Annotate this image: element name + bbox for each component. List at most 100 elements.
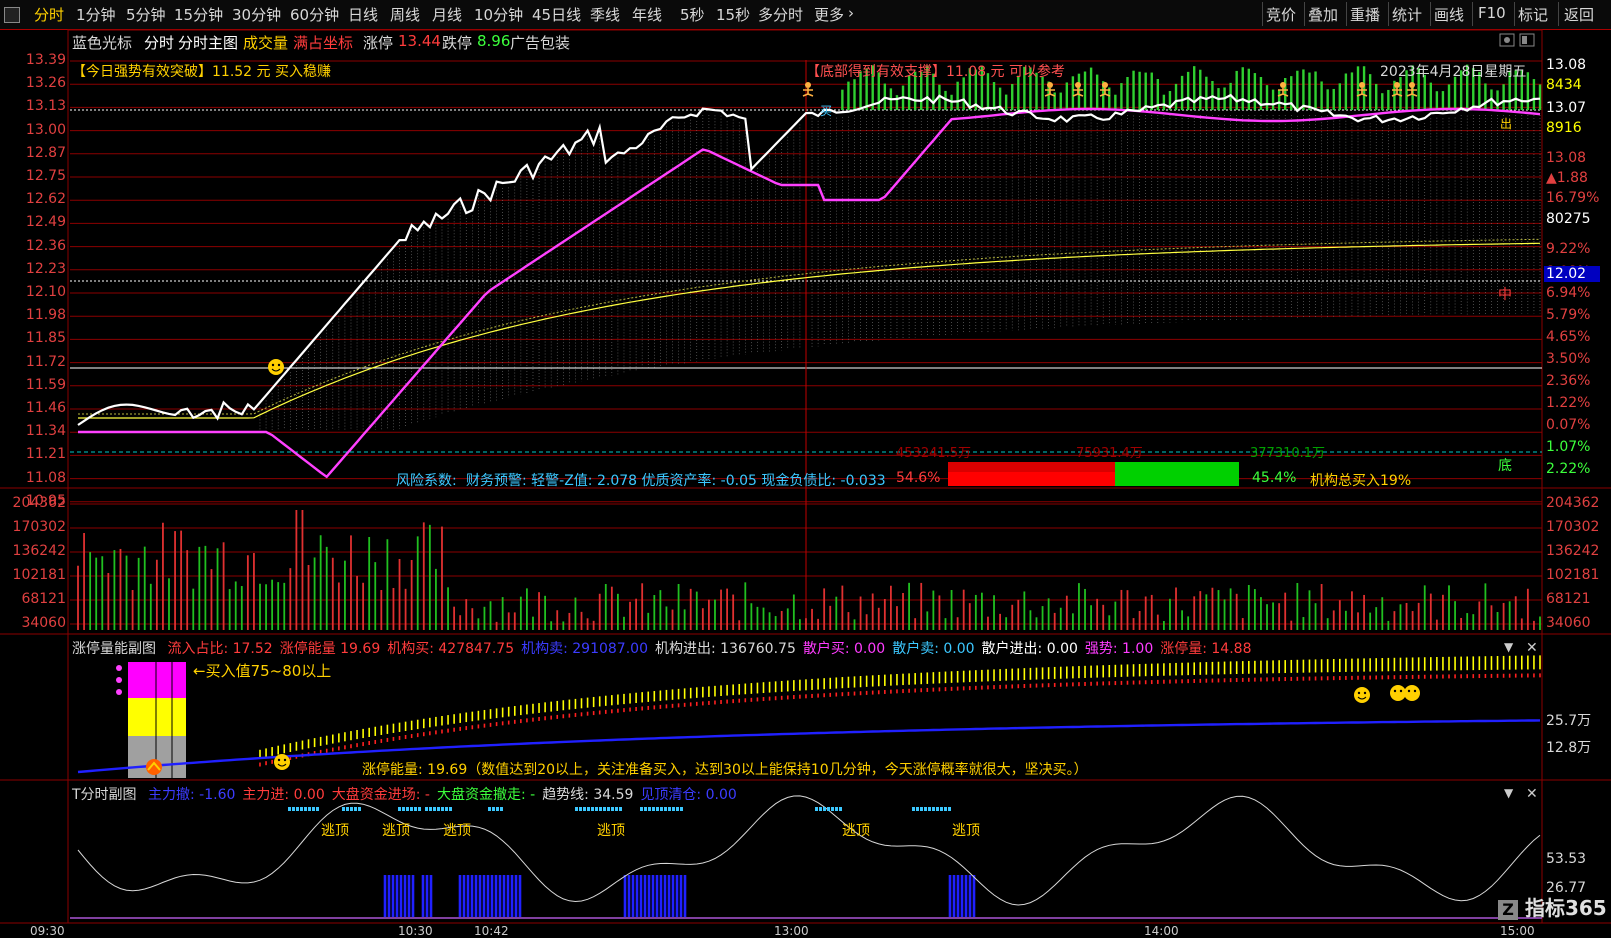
support-annotation: 【底部得到有效支撑】11.08 元 可以参考: [806, 64, 1065, 80]
top-marker: [354, 807, 357, 811]
time-label: 09:30: [30, 924, 65, 938]
top-marker: [912, 807, 915, 811]
top-marker: [827, 807, 830, 811]
logo-icon: Z: [1498, 899, 1518, 920]
limit-up-value: 13.44: [398, 32, 441, 50]
top-marker: [449, 807, 452, 811]
top-marker: [406, 807, 409, 811]
escape-top-label-5: 逃顶: [842, 823, 870, 839]
sub1-tick-label: 12.8万: [1546, 740, 1592, 756]
breakout-annotation: 【今日强势有效突破】11.52 元 买入稳赚: [72, 64, 331, 80]
chevron-down-icon-2: ▼: [1504, 786, 1514, 800]
energy-block-yellow: [128, 698, 186, 736]
price-tick-label: 12.87: [25, 144, 66, 161]
risk-red-pct: 54.6%: [896, 470, 941, 486]
pct-tick-label: 3.50%: [1546, 351, 1591, 367]
watermark-logo: Z 指标365: [1498, 892, 1607, 921]
volume-tick-label: 68121: [1546, 591, 1591, 607]
escape-top-label-4: 逃顶: [597, 823, 625, 839]
escape-top-label: 逃顶: [321, 823, 349, 839]
sub2-title[interactable]: T分时副图: [72, 787, 137, 803]
risk-label: 风险系数:: [396, 473, 457, 489]
smiley-icon-3: [1354, 685, 1420, 703]
quote-value: 8434: [1546, 77, 1582, 93]
top-marker: [672, 807, 675, 811]
top-marker: [607, 807, 610, 811]
energy-block-magenta: [128, 662, 186, 698]
indicator-value: 散户买: 0.00: [802, 641, 886, 657]
sub2-header: T分时副图 主力撤: -1.60 主力进: 0.00 大盘资金进场: - 大盘资金撤走…: [72, 784, 737, 804]
top-marker: [668, 807, 671, 811]
volume-label[interactable]: 成交量: [243, 32, 288, 53]
indicator-value: 大盘资金进场: -: [331, 787, 430, 803]
top-marker: [940, 807, 943, 811]
quote-value: 13.07: [1546, 100, 1587, 116]
top-marker: [815, 807, 818, 811]
top-marker: [441, 807, 444, 811]
top-marker: [595, 807, 598, 811]
time-label: 13:00: [774, 924, 809, 938]
top-marker: [583, 807, 586, 811]
bar-green-value: 377310.1万: [1250, 446, 1326, 461]
indicator-value: 散户进出: 0.00: [981, 641, 1078, 657]
blue-volume-bars: [383, 875, 976, 918]
top-marker: [308, 807, 311, 811]
risk-green-pct: 45.4%: [1252, 470, 1297, 486]
top-marker: [488, 807, 491, 811]
ad-label[interactable]: 广告包装: [510, 32, 570, 53]
top-marker: [410, 807, 413, 811]
top-marker: [418, 807, 421, 811]
top-marker: [660, 807, 663, 811]
top-marker: [640, 807, 643, 811]
bar-mid-value: 75931.4万: [1076, 446, 1143, 461]
price-tick-label: 12.49: [25, 214, 66, 231]
trend-line: [77, 795, 1541, 906]
top-marker: [402, 807, 405, 811]
panel-controls-icon[interactable]: [1499, 33, 1535, 47]
indicator-value: 大盘资金撤走: -: [436, 787, 536, 803]
energy-band: [259, 655, 1541, 767]
indicator-value: 机构卖: 291087.00: [521, 641, 648, 657]
volume-tick-label: 102181: [12, 567, 66, 583]
price-tick-label: 13.39: [25, 52, 66, 68]
top-marker: [358, 807, 361, 811]
top-markers: [288, 807, 951, 811]
sub1-title[interactable]: 涨停量能副图: [72, 641, 156, 657]
top-marker: [648, 807, 651, 811]
smiley-icon: [268, 359, 284, 375]
price-tick-label: 13.26: [25, 75, 66, 92]
top-marker: [398, 807, 401, 811]
top-marker: [587, 807, 590, 811]
cursor-label[interactable]: 蓝色光标: [72, 32, 132, 53]
mode-main[interactable]: 分时主图: [178, 32, 238, 53]
top-marker: [676, 807, 679, 811]
limit-up-label: 涨停: [363, 34, 394, 52]
escape-top-label-6: 逃顶: [952, 823, 980, 839]
price-tick-label: 11.85: [25, 330, 66, 347]
inst-buy-label: 机构总买入19%: [1310, 473, 1412, 489]
top-marker: [312, 807, 315, 811]
quote-value: ▲1.88: [1546, 170, 1588, 186]
top-marker: [680, 807, 683, 811]
top-marker: [835, 807, 838, 811]
risk-green-bar: [1115, 462, 1239, 486]
pct-tick-label: 6.94%: [1546, 285, 1591, 301]
middle-label: 中: [1498, 287, 1512, 303]
top-marker: [437, 807, 440, 811]
close-icon: ✕: [1526, 640, 1538, 656]
price-tick-label: 13.00: [25, 121, 66, 138]
fullcoord-label[interactable]: 满占坐标: [293, 32, 353, 53]
buy-hint: ←买入值75~80以上: [193, 662, 332, 680]
mode-fenshi[interactable]: 分时: [144, 32, 174, 53]
top-marker: [579, 807, 582, 811]
price-line: [77, 93, 1541, 426]
price-tick-label: 11.21: [25, 446, 66, 463]
indicator-value: 涨停量: 14.88: [1160, 641, 1252, 657]
indicator-value: 机构买: 427847.75: [387, 641, 515, 657]
bottom-label: 底: [1498, 458, 1512, 474]
top-marker: [619, 807, 622, 811]
escape-top-label-2: 逃顶: [382, 823, 410, 839]
indicator-value: 见顶清仓: 0.00: [640, 787, 737, 803]
top-marker: [304, 807, 307, 811]
quote-value: 80275: [1546, 211, 1591, 227]
